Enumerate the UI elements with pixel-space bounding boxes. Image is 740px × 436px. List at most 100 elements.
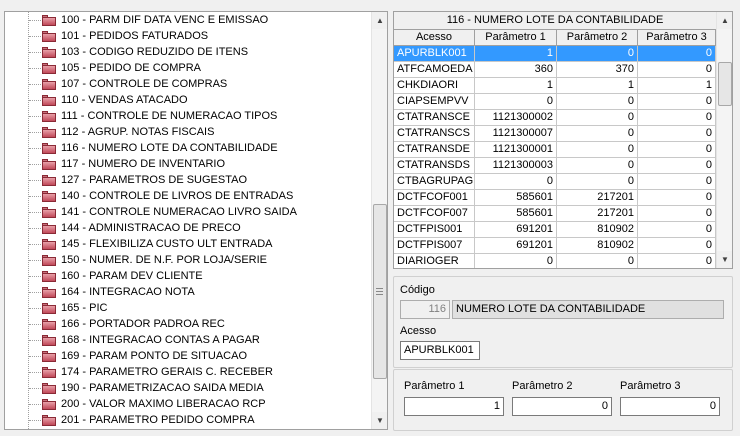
tree-item[interactable]: 164 - INTEGRACAO NOTA bbox=[5, 284, 371, 300]
parametro-1-cell[interactable]: 1121300002 bbox=[475, 110, 557, 126]
parametro-2-cell[interactable]: 810902 bbox=[557, 222, 638, 238]
tree-item[interactable]: 201 - PARAMETRO PEDIDO COMPRA bbox=[5, 412, 371, 428]
tree-item[interactable]: 160 - PARAM DEV CLIENTE bbox=[5, 268, 371, 284]
tree-item[interactable]: 110 - VENDAS ATACADO bbox=[5, 92, 371, 108]
grid-row[interactable]: ATFCAMOEDA 360 370 0 bbox=[394, 62, 716, 78]
acesso-cell[interactable]: CTATRANSCE bbox=[394, 110, 475, 126]
tree-scrollbar[interactable]: ▲ ▼ bbox=[371, 12, 387, 429]
tree-item[interactable]: 165 - PIC bbox=[5, 300, 371, 316]
parametro-3-cell[interactable]: 0 bbox=[638, 110, 716, 126]
parametro-3-cell[interactable]: 0 bbox=[638, 222, 716, 238]
tree-item[interactable]: 140 - CONTROLE DE LIVROS DE ENTRADAS bbox=[5, 188, 371, 204]
tree-item[interactable]: 103 - CODIGO REDUZIDO DE ITENS bbox=[5, 44, 371, 60]
parametro-2-cell[interactable]: 0 bbox=[557, 110, 638, 126]
parametro-3-cell[interactable]: 0 bbox=[638, 142, 716, 158]
grid-row[interactable]: CHKDIAORI 1 1 1 bbox=[394, 78, 716, 94]
parametro-2-cell[interactable]: 370 bbox=[557, 62, 638, 78]
tree-item[interactable]: 166 - PORTADOR PADROA REC bbox=[5, 316, 371, 332]
grid-row[interactable]: DCTFPIS001 691201 810902 0 bbox=[394, 222, 716, 238]
parametro-2-cell[interactable]: 0 bbox=[557, 254, 638, 268]
acesso-cell[interactable]: CIAPSEMPVV bbox=[394, 94, 475, 110]
parametro-3-cell[interactable]: 1 bbox=[638, 78, 716, 94]
acesso-cell[interactable]: APURBLK001 bbox=[394, 46, 475, 62]
parametro-1-cell[interactable]: 585601 bbox=[475, 190, 557, 206]
tree-scroll-up-button[interactable]: ▲ bbox=[372, 12, 387, 29]
grid-scrollbar[interactable]: ▲ ▼ bbox=[716, 12, 732, 268]
grid-row[interactable]: DIARIOGER 0 0 0 bbox=[394, 254, 716, 268]
acesso-cell[interactable]: CTBAGRUPAG bbox=[394, 174, 475, 190]
parametro-3-cell[interactable]: 0 bbox=[638, 254, 716, 268]
tree-item[interactable]: 168 - INTEGRACAO CONTAS A PAGAR bbox=[5, 332, 371, 348]
acesso-cell[interactable]: CTATRANSDS bbox=[394, 158, 475, 174]
tree-item[interactable]: 200 - VALOR MAXIMO LIBERACAO RCP bbox=[5, 396, 371, 412]
acesso-cell[interactable]: CHKDIAORI bbox=[394, 78, 475, 94]
grid-scroll-thumb[interactable] bbox=[718, 62, 732, 106]
parametro-1-cell[interactable]: 0 bbox=[475, 174, 557, 190]
acesso-cell[interactable]: DIARIOGER bbox=[394, 254, 475, 268]
tree-item[interactable]: 145 - FLEXIBILIZA CUSTO ULT ENTRADA bbox=[5, 236, 371, 252]
grid-scroll-up-button[interactable]: ▲ bbox=[717, 12, 732, 29]
parametro-3-cell[interactable]: 0 bbox=[638, 190, 716, 206]
parametro-1-cell[interactable]: 1121300007 bbox=[475, 126, 557, 142]
tree-scroll-thumb[interactable] bbox=[373, 204, 387, 379]
tree-item[interactable]: 107 - CONTROLE DE COMPRAS bbox=[5, 76, 371, 92]
tree-item[interactable]: 101 - PEDIDOS FATURADOS bbox=[5, 28, 371, 44]
parametro-3-cell[interactable]: 0 bbox=[638, 94, 716, 110]
parameter-grid[interactable]: 116 - NUMERO LOTE DA CONTABILIDADE Acess… bbox=[393, 11, 733, 269]
acesso-cell[interactable]: CTATRANSDE bbox=[394, 142, 475, 158]
column-header-acesso[interactable]: Acesso bbox=[394, 30, 475, 46]
tree-item[interactable]: 111 - CONTROLE DE NUMERACAO TIPOS bbox=[5, 108, 371, 124]
parametro-1-cell[interactable]: 691201 bbox=[475, 238, 557, 254]
parametro-1-cell[interactable]: 1121300001 bbox=[475, 142, 557, 158]
grid-row[interactable]: APURBLK001 1 0 0 bbox=[394, 46, 716, 62]
tree-item[interactable]: 127 - PARAMETROS DE SUGESTAO bbox=[5, 172, 371, 188]
grid-row[interactable]: CTATRANSDS 1121300003 0 0 bbox=[394, 158, 716, 174]
parametro-3-cell[interactable]: 0 bbox=[638, 46, 716, 62]
parametro-1-field[interactable]: 1 bbox=[404, 397, 504, 416]
parametro-2-cell[interactable]: 0 bbox=[557, 46, 638, 62]
parametro-3-cell[interactable]: 0 bbox=[638, 238, 716, 254]
grid-scroll-down-button[interactable]: ▼ bbox=[717, 251, 732, 268]
parametro-3-cell[interactable]: 0 bbox=[638, 206, 716, 222]
parametro-2-field[interactable]: 0 bbox=[512, 397, 612, 416]
tree-item[interactable]: 174 - PARAMETRO GERAIS C. RECEBER bbox=[5, 364, 371, 380]
grid-row[interactable]: CIAPSEMPVV 0 0 0 bbox=[394, 94, 716, 110]
parametro-3-field[interactable]: 0 bbox=[620, 397, 720, 416]
grid-row[interactable]: CTBAGRUPAG 0 0 0 bbox=[394, 174, 716, 190]
parametro-2-cell[interactable]: 0 bbox=[557, 126, 638, 142]
tree-item[interactable]: 112 - AGRUP. NOTAS FISCAIS bbox=[5, 124, 371, 140]
parametro-2-cell[interactable]: 0 bbox=[557, 94, 638, 110]
parametro-2-cell[interactable]: 1 bbox=[557, 78, 638, 94]
parametro-2-cell[interactable]: 810902 bbox=[557, 238, 638, 254]
tree-scroll-down-button[interactable]: ▼ bbox=[372, 412, 387, 429]
column-header-parametro-1[interactable]: Parâmetro 1 bbox=[475, 30, 557, 46]
grid-row[interactable]: DCTFCOF001 585601 217201 0 bbox=[394, 190, 716, 206]
tree-item[interactable]: 150 - NUMER. DE N.F. POR LOJA/SERIE bbox=[5, 252, 371, 268]
parametro-2-cell[interactable]: 0 bbox=[557, 158, 638, 174]
parametro-3-cell[interactable]: 0 bbox=[638, 174, 716, 190]
tree-item[interactable]: 169 - PARAM PONTO DE SITUACAO bbox=[5, 348, 371, 364]
parametro-2-cell[interactable]: 0 bbox=[557, 174, 638, 190]
acesso-field[interactable]: APURBLK001 bbox=[400, 341, 480, 360]
column-header-parametro-2[interactable]: Parâmetro 2 bbox=[557, 30, 638, 46]
parametro-1-cell[interactable]: 585601 bbox=[475, 206, 557, 222]
tree-item[interactable]: 144 - ADMINISTRACAO DE PRECO bbox=[5, 220, 371, 236]
tree-item[interactable]: 116 - NUMERO LOTE DA CONTABILIDADE bbox=[5, 140, 371, 156]
tree-item[interactable]: 100 - PARM DIF DATA VENC E EMISSAO bbox=[5, 12, 371, 28]
grid-row[interactable]: CTATRANSCS 1121300007 0 0 bbox=[394, 126, 716, 142]
tree-item[interactable]: 190 - PARAMETRIZACAO SAIDA MEDIA bbox=[5, 380, 371, 396]
parametro-1-cell[interactable]: 0 bbox=[475, 94, 557, 110]
acesso-cell[interactable]: DCTFCOF001 bbox=[394, 190, 475, 206]
grid-row[interactable]: DCTFPIS007 691201 810902 0 bbox=[394, 238, 716, 254]
parametro-2-cell[interactable]: 0 bbox=[557, 142, 638, 158]
acesso-cell[interactable]: ATFCAMOEDA bbox=[394, 62, 475, 78]
tree-item[interactable]: 105 - PEDIDO DE COMPRA bbox=[5, 60, 371, 76]
grid-row[interactable]: CTATRANSDE 1121300001 0 0 bbox=[394, 142, 716, 158]
tree-item[interactable]: 141 - CONTROLE NUMERACAO LIVRO SAIDA bbox=[5, 204, 371, 220]
acesso-cell[interactable]: DCTFCOF007 bbox=[394, 206, 475, 222]
parametro-1-cell[interactable]: 0 bbox=[475, 254, 557, 268]
parametro-1-cell[interactable]: 360 bbox=[475, 62, 557, 78]
parametro-1-cell[interactable]: 1121300003 bbox=[475, 158, 557, 174]
parametro-3-cell[interactable]: 0 bbox=[638, 62, 716, 78]
parametro-1-cell[interactable]: 691201 bbox=[475, 222, 557, 238]
